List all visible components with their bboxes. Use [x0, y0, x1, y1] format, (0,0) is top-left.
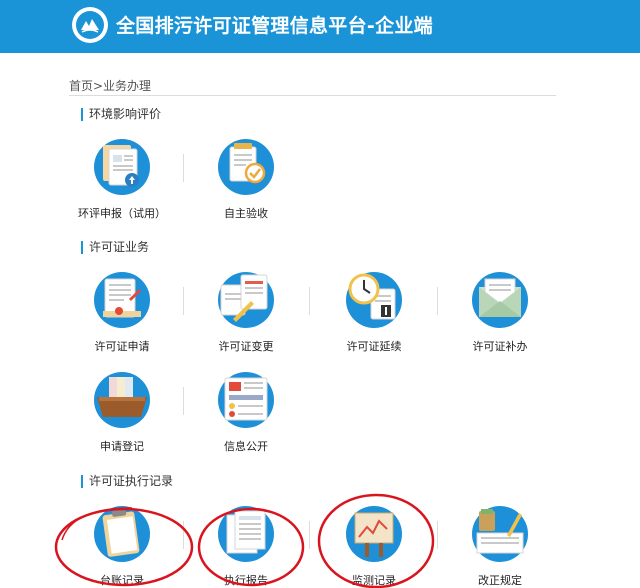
- item-label: 环评申报（试用）: [78, 207, 166, 220]
- item-label: 改正规定: [478, 574, 522, 587]
- item-label: 台账记录: [100, 574, 144, 587]
- item-label: 许可证延续: [346, 340, 402, 353]
- item-divider: [183, 287, 184, 315]
- envelope-icon: [471, 271, 529, 329]
- item-execution-report[interactable]: 执行报告: [186, 505, 306, 588]
- item-self-acceptance[interactable]: 自主验收: [186, 138, 306, 221]
- section-title-permit: 许可证业务: [81, 241, 149, 254]
- item-label: 许可证变更: [218, 340, 274, 353]
- document-upload-icon: [93, 138, 151, 196]
- application-form-icon: [93, 271, 151, 329]
- item-divider: [183, 521, 184, 549]
- item-divider: [309, 521, 310, 549]
- item-permit-change[interactable]: 许可证变更: [186, 271, 306, 354]
- breadcrumb-divider: [69, 95, 556, 96]
- clipboard-icon: [93, 505, 151, 563]
- item-divider: [183, 387, 184, 415]
- information-board-icon: [217, 371, 275, 429]
- item-divider: [437, 287, 438, 315]
- item-label: 信息公开: [224, 440, 268, 453]
- checklist-approve-icon: [217, 138, 275, 196]
- correction-notes-icon: [471, 505, 529, 563]
- ministry-seal-icon[interactable]: [72, 7, 108, 43]
- item-divider: [309, 287, 310, 315]
- section-title-execution: 许可证执行记录: [81, 475, 173, 488]
- item-divider: [183, 154, 184, 182]
- monitoring-chart-icon: [345, 505, 403, 563]
- breadcrumb[interactable]: 首页>业务办理: [69, 77, 151, 94]
- item-ledger-record[interactable]: 台账记录: [62, 505, 182, 588]
- report-sheets-icon: [217, 505, 275, 563]
- item-divider: [437, 521, 438, 549]
- item-registration[interactable]: 申请登记: [62, 371, 182, 454]
- item-label: 申请登记: [100, 440, 144, 453]
- app-header: 全国排污许可证管理信息平台-企业端: [0, 0, 640, 53]
- item-info-disclosure[interactable]: 信息公开: [186, 371, 306, 454]
- item-label: 监测记录: [352, 574, 396, 587]
- app-title: 全国排污许可证管理信息平台-企业端: [116, 15, 433, 37]
- item-permit-reissue[interactable]: 许可证补办: [440, 271, 560, 354]
- file-folders-icon: [93, 371, 151, 429]
- item-label: 执行报告: [224, 574, 268, 587]
- item-correction-rules[interactable]: 改正规定: [440, 505, 560, 588]
- item-eia-declare[interactable]: 环评申报（试用）: [62, 138, 182, 221]
- item-permit-apply[interactable]: 许可证申请: [62, 271, 182, 354]
- item-permit-renewal[interactable]: 许可证延续: [314, 271, 434, 354]
- item-monitoring-record[interactable]: 监测记录: [314, 505, 434, 588]
- clock-document-icon: [345, 271, 403, 329]
- item-label: 许可证申请: [94, 340, 150, 353]
- item-label: 许可证补办: [472, 340, 528, 353]
- item-label: 自主验收: [224, 207, 268, 220]
- section-title-eia: 环境影响评价: [81, 108, 161, 121]
- edit-documents-icon: [217, 271, 275, 329]
